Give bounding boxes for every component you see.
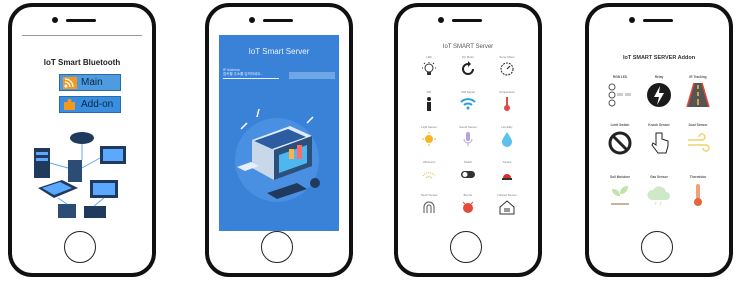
pointer-hand-icon bbox=[651, 132, 669, 154]
bolt-icon bbox=[647, 83, 671, 107]
iot-devices-illustration bbox=[34, 132, 126, 218]
fingerprint-icon bbox=[423, 201, 435, 213]
app-title: IoT Smart Server bbox=[248, 47, 310, 56]
cell-relay[interactable]: Relay bbox=[640, 75, 678, 119]
screen-bluetooth: IoT Smart Bluetooth Main Add-on bbox=[22, 35, 142, 231]
screen-smart-server: IoT SMART Server LED DC Motor Servo Moto… bbox=[408, 35, 528, 231]
cell-touch-sensor[interactable]: Touch Sensor bbox=[412, 193, 446, 227]
camera-dot bbox=[438, 17, 444, 23]
cell-dust-sensor[interactable]: Dust Sensor bbox=[679, 123, 717, 167]
road-icon bbox=[686, 82, 710, 108]
cell-switch[interactable]: Switch bbox=[451, 160, 485, 194]
camera-dot bbox=[629, 17, 635, 23]
dial-icon bbox=[500, 62, 514, 76]
main-button[interactable]: Main bbox=[59, 74, 121, 91]
house-icon bbox=[499, 200, 515, 215]
cell-knock-sensor[interactable]: Knock Sensor bbox=[640, 123, 678, 167]
cell-limit-switch[interactable]: Limit Switch bbox=[601, 123, 639, 167]
cell-gas-sensor[interactable]: Gas Sensor bbox=[640, 175, 678, 219]
cell-light-sensor[interactable]: Light Sensor bbox=[412, 125, 446, 159]
home-button[interactable] bbox=[641, 231, 673, 263]
addon-button[interactable]: Add-on bbox=[59, 96, 121, 113]
radio-group-icon bbox=[608, 83, 631, 107]
cell-thermistor[interactable]: Thermistor bbox=[679, 175, 717, 219]
cell-led[interactable]: LED bbox=[412, 55, 446, 89]
buzzer-icon bbox=[462, 201, 474, 213]
wind-icon bbox=[688, 133, 710, 152]
speaker-slot bbox=[452, 19, 482, 22]
phone-addon: IoT SMART SERVER Addon RGB LED Relay IR … bbox=[585, 3, 733, 277]
cell-soil-moisture[interactable]: Soil Moisture bbox=[601, 175, 639, 219]
puzzle-icon bbox=[64, 98, 75, 110]
speaker-slot bbox=[643, 19, 673, 22]
speaker-slot bbox=[66, 19, 96, 22]
cell-buzzer[interactable]: Buzzer bbox=[451, 193, 485, 227]
wave-icon bbox=[422, 172, 436, 179]
connect-button[interactable] bbox=[289, 72, 335, 79]
cell-ultrasonic[interactable]: Ultrasonic bbox=[412, 160, 446, 194]
cell-humidity[interactable]: Humidity bbox=[490, 125, 524, 159]
phone-server: IoT Smart Server IP Address 접속할 주소를 입력하세… bbox=[205, 3, 353, 277]
cell-tricolor[interactable]: Tricolor bbox=[490, 160, 524, 194]
rss-icon bbox=[63, 76, 77, 89]
drop-icon bbox=[502, 132, 512, 147]
ip-input[interactable]: 접속할 주소를 입력하세요... bbox=[223, 72, 279, 79]
main-button-label: Main bbox=[81, 77, 103, 88]
toggle-icon bbox=[461, 171, 475, 178]
thermometer-icon bbox=[694, 184, 702, 206]
cloud-icon bbox=[647, 186, 670, 206]
cell-temperature[interactable]: Temperature bbox=[490, 90, 524, 124]
speaker-slot bbox=[263, 19, 293, 22]
app-title: IoT SMART SERVER Addon bbox=[622, 55, 696, 61]
cell-dc-motor[interactable]: DC Motor bbox=[451, 55, 485, 89]
home-button[interactable] bbox=[64, 231, 96, 263]
microphone-icon bbox=[463, 132, 473, 146]
prohibit-icon bbox=[608, 131, 632, 155]
home-button[interactable] bbox=[450, 231, 482, 263]
phone-bluetooth: IoT Smart Bluetooth Main Add-on bbox=[8, 3, 156, 277]
home-button[interactable] bbox=[261, 231, 293, 263]
phone-smart-server: IoT SMART Server LED DC Motor Servo Moto… bbox=[394, 3, 542, 277]
wifi-icon bbox=[460, 98, 476, 110]
cell-rgb-led[interactable]: RGB LED bbox=[601, 75, 639, 119]
sprout-icon bbox=[611, 186, 629, 205]
cell-pir[interactable]: PIR bbox=[412, 90, 446, 124]
screen-server: IoT Smart Server IP Address 접속할 주소를 입력하세… bbox=[219, 35, 339, 231]
screen-addon: IoT SMART SERVER Addon RGB LED Relay IR … bbox=[599, 35, 719, 231]
sun-icon bbox=[422, 132, 436, 146]
person-icon bbox=[427, 97, 431, 111]
camera-dot bbox=[249, 17, 255, 23]
rotate-icon bbox=[462, 61, 474, 75]
app-title: IoT Smart Bluetooth bbox=[43, 58, 121, 67]
laptop-illustration bbox=[235, 108, 320, 202]
cell-ir-tracking[interactable]: IR Tracking bbox=[679, 75, 717, 119]
cell-servo-motor[interactable]: Servo Motor bbox=[490, 55, 524, 89]
addon-button-label: Add-on bbox=[81, 99, 114, 110]
camera-dot bbox=[52, 17, 58, 23]
bulb-icon bbox=[422, 62, 436, 75]
cell-infrared-sensor[interactable]: Infrared Sensor bbox=[490, 193, 524, 227]
cell-wifi-signal[interactable]: Wifi Signal bbox=[451, 90, 485, 124]
app-title: IoT SMART Server bbox=[442, 44, 494, 50]
cell-sound-sensor[interactable]: Sound Sensor bbox=[451, 125, 485, 159]
thermometer-icon bbox=[504, 97, 510, 111]
alarm-light-icon bbox=[502, 174, 512, 180]
